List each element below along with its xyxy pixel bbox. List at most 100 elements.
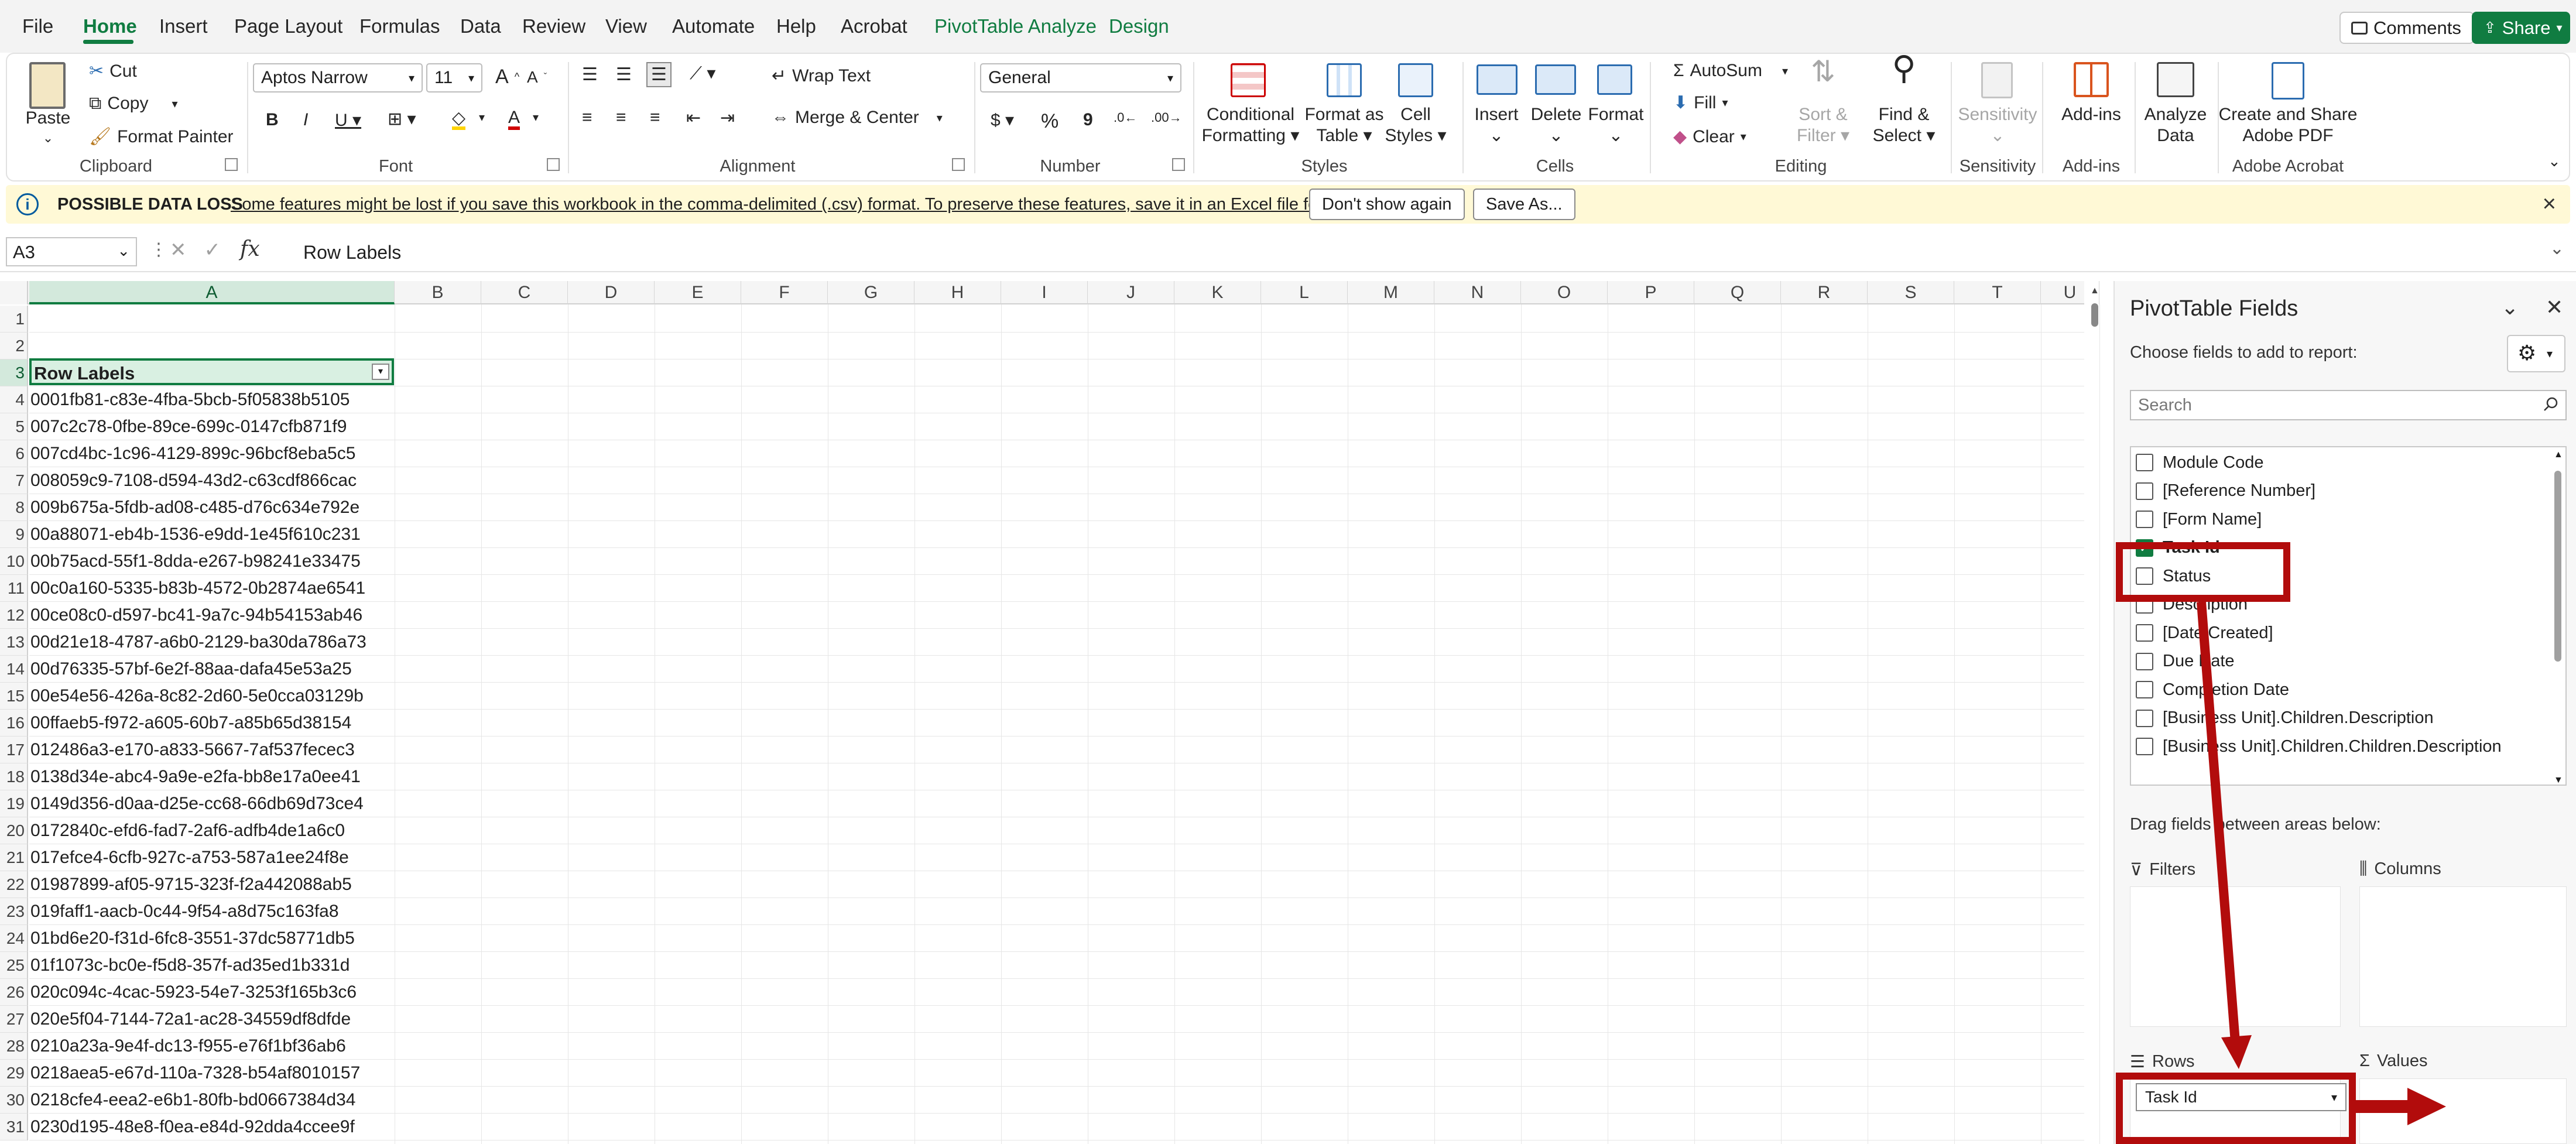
row-header-7[interactable]: 7 xyxy=(0,467,28,494)
decrease-decimal-icon[interactable]: .00→ xyxy=(1151,110,1182,125)
row-header-30[interactable]: 30 xyxy=(0,1087,28,1114)
close-pane-icon[interactable]: ✕ xyxy=(2546,295,2563,320)
dialog-launcher-icon[interactable] xyxy=(952,158,965,171)
tab-review[interactable]: Review xyxy=(522,15,585,37)
table-row[interactable]: 020e5f04-7144-72a1-ac28-34559df8dfde xyxy=(29,1006,394,1033)
field-checkbox[interactable] xyxy=(2136,738,2153,755)
align-center-icon[interactable]: ≡ xyxy=(616,108,626,128)
analyze-data-button[interactable]: Analyze Data xyxy=(2145,104,2207,146)
table-row[interactable]: 008059c9-7108-d594-43d2-c63cdf866cac xyxy=(29,467,394,494)
column-header-n[interactable]: N xyxy=(1434,281,1521,304)
column-header-o[interactable]: O xyxy=(1521,281,1608,304)
row-header-3[interactable]: 3 xyxy=(0,359,28,386)
row-header-5[interactable]: 5 xyxy=(0,413,28,440)
table-row[interactable]: 00ffaeb5-f972-a605-60b7-a85b65d38154 xyxy=(29,710,394,737)
table-row[interactable]: 0138d34e-abc4-9a9e-e2fa-bb8e17a0ee41 xyxy=(29,763,394,790)
conditional-formatting-button[interactable]: Conditional Formatting ▾ xyxy=(1202,104,1300,146)
create-share-pdf-button[interactable]: Create and Share Adobe PDF xyxy=(2219,104,2358,146)
row-header-8[interactable]: 8 xyxy=(0,494,28,521)
field-checkbox[interactable] xyxy=(2136,454,2153,471)
clear-button[interactable]: ◆ Clear ▾ xyxy=(1673,126,1746,147)
align-right-icon[interactable]: ≡ xyxy=(650,108,660,128)
cell-styles-button[interactable]: Cell Styles ▾ xyxy=(1385,104,1446,146)
row-header-2[interactable]: 2 xyxy=(0,333,28,359)
row-header-11[interactable]: 11 xyxy=(0,575,28,602)
row-header-25[interactable]: 25 xyxy=(0,952,28,979)
collapse-ribbon-icon[interactable]: ⌄ xyxy=(2548,152,2561,170)
bold-icon[interactable]: B xyxy=(266,110,279,130)
format-painter-button[interactable]: 🖌 Format Painter xyxy=(89,126,234,147)
column-header-d[interactable]: D xyxy=(568,281,655,304)
scroll-up-icon[interactable]: ▲ xyxy=(2090,286,2099,296)
font-color-icon[interactable]: A xyxy=(508,109,520,130)
comments-button[interactable]: Comments xyxy=(2339,12,2474,44)
column-header-q[interactable]: Q xyxy=(1694,281,1781,304)
column-header-i[interactable]: I xyxy=(1001,281,1088,304)
row-header-16[interactable]: 16 xyxy=(0,710,28,737)
row-header-15[interactable]: 15 xyxy=(0,683,28,710)
tab-acrobat[interactable]: Acrobat xyxy=(841,15,907,37)
pivot-row-labels-header[interactable]: Row Labels ▾ xyxy=(29,358,394,385)
enter-icon[interactable]: ✓ xyxy=(204,238,221,262)
row-header-12[interactable]: 12 xyxy=(0,602,28,629)
pane-options-chevron-icon[interactable]: ⌄ xyxy=(2501,295,2519,320)
tab-automate[interactable]: Automate xyxy=(672,15,755,37)
add-ins-button[interactable]: Add-ins xyxy=(2061,104,2121,125)
tab-insert[interactable]: Insert xyxy=(159,15,208,37)
row-header-1[interactable]: 1 xyxy=(0,306,28,333)
row-header-22[interactable]: 22 xyxy=(0,871,28,898)
dialog-launcher-icon[interactable] xyxy=(225,158,238,171)
column-header-g[interactable]: G xyxy=(828,281,914,304)
chevron-down-icon[interactable]: ▾ xyxy=(479,110,485,125)
table-row[interactable]: 007c2c78-0fbe-89ce-699c-0147cfb871f9 xyxy=(29,413,394,440)
borders-icon[interactable]: ⊞ ▾ xyxy=(388,109,416,129)
close-icon[interactable]: × xyxy=(2543,191,2556,217)
row-header-23[interactable]: 23 xyxy=(0,898,28,925)
field-item-reference-number[interactable]: [Reference Number] xyxy=(2136,478,2315,504)
table-row[interactable]: 007cd4bc-1c96-4129-899c-96bcf8eba5c5 xyxy=(29,440,394,467)
tab-design[interactable]: Design xyxy=(1109,15,1169,37)
orientation-icon[interactable]: ⟋ ▾ xyxy=(690,63,715,84)
align-top-icon[interactable]: ☰ xyxy=(582,64,598,85)
number-format-dropdown[interactable]: General ▾ xyxy=(980,63,1181,93)
table-row[interactable]: 01987899-af05-9715-323f-f2a442088ab5 xyxy=(29,871,394,898)
row-header-17[interactable]: 17 xyxy=(0,737,28,763)
field-checkbox[interactable] xyxy=(2136,482,2153,500)
filter-dropdown-icon[interactable]: ▾ xyxy=(372,364,389,380)
find-select-button[interactable]: Find & Select ▾ xyxy=(1873,104,1936,146)
table-row[interactable]: 0001fb81-c83e-4fba-5bcb-5f05838b5105 xyxy=(29,386,394,413)
column-header-t[interactable]: T xyxy=(1954,281,2041,304)
formula-input[interactable]: Row Labels xyxy=(303,242,401,263)
field-checkbox[interactable] xyxy=(2136,652,2153,670)
table-row[interactable]: 00d21e18-4787-a6b0-2129-ba30da786a73 xyxy=(29,629,394,656)
dont-show-again-button[interactable]: Don't show again xyxy=(1309,189,1465,220)
row-header-19[interactable]: 19 xyxy=(0,790,28,817)
row-header-4[interactable]: 4 xyxy=(0,386,28,413)
fields-list-scrollbar[interactable]: ▲ ▼ xyxy=(2553,450,2563,785)
insert-function-icon[interactable]: fx xyxy=(240,237,260,261)
field-item-date-created[interactable]: [Date Created] xyxy=(2136,620,2273,646)
increase-font-icon[interactable]: A ^ xyxy=(495,66,519,88)
increase-decimal-icon[interactable]: .0← xyxy=(1114,110,1137,125)
decrease-font-icon[interactable]: Aˇ xyxy=(527,68,547,87)
row-header-28[interactable]: 28 xyxy=(0,1033,28,1060)
save-as-button[interactable]: Save As... xyxy=(1473,189,1575,220)
table-row[interactable]: 0218cfe4-eea2-e6b1-80fb-bd0667384d34 xyxy=(29,1087,394,1114)
scrollbar-thumb[interactable] xyxy=(2091,303,2098,327)
row-header-26[interactable]: 26 xyxy=(0,979,28,1006)
autosum-button[interactable]: Σ AutoSum ▾ xyxy=(1673,61,1788,81)
field-checkbox[interactable] xyxy=(2136,624,2153,642)
table-row[interactable]: 00c0a160-5335-b83b-4572-0b2874ae6541 xyxy=(29,575,394,602)
table-row[interactable]: 020c094c-4cac-5923-54e7-3253f165b3c6 xyxy=(29,979,394,1006)
table-row[interactable]: 0230d195-48e8-f0ea-e84d-92dda4ccee9f xyxy=(29,1114,394,1140)
tab-formulas[interactable]: Formulas xyxy=(359,15,440,37)
table-row[interactable]: 00e54e56-426a-8c82-2d60-5e0cca03129b xyxy=(29,683,394,710)
row-header-14[interactable]: 14 xyxy=(0,656,28,683)
copy-button[interactable]: ⧉ Copy ▾ xyxy=(89,94,178,114)
row-header-10[interactable]: 10 xyxy=(0,548,28,575)
column-header-b[interactable]: B xyxy=(395,281,481,304)
table-row[interactable]: 012486a3-e170-a833-5667-7af537fecec3 xyxy=(29,737,394,763)
percent-icon[interactable]: % xyxy=(1041,110,1059,133)
column-header-p[interactable]: P xyxy=(1608,281,1694,304)
decrease-indent-icon[interactable]: ⇤ xyxy=(686,108,701,128)
